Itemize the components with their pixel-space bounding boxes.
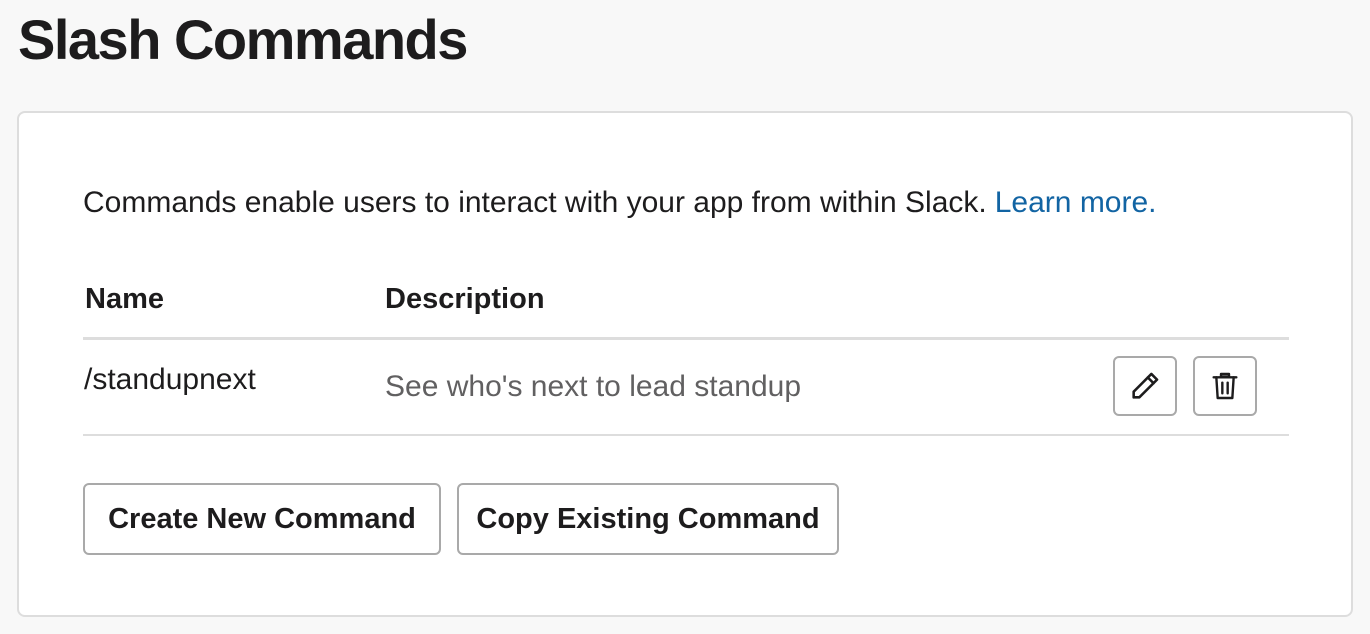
- create-new-command-button[interactable]: Create New Command: [83, 483, 441, 555]
- page-title: Slash Commands: [18, 8, 468, 71]
- learn-more-link[interactable]: Learn more.: [995, 186, 1157, 219]
- command-name: /standupnext: [84, 363, 256, 396]
- intro-text: Commands enable users to interact with y…: [83, 183, 1157, 223]
- column-header-description: Description: [385, 283, 545, 315]
- delete-command-button[interactable]: [1193, 356, 1257, 416]
- slash-commands-card: Commands enable users to interact with y…: [17, 111, 1353, 617]
- command-description: See who's next to lead standup: [385, 370, 802, 403]
- table-header-row: Name Description: [83, 275, 1289, 340]
- intro-description: Commands enable users to interact with y…: [83, 186, 987, 219]
- pencil-icon: [1132, 372, 1159, 399]
- table-row: /standupnext See who's next to lead stan…: [83, 340, 1289, 436]
- edit-command-button[interactable]: [1113, 356, 1177, 416]
- commands-table: Name Description /standupnext See who's …: [83, 275, 1289, 436]
- trash-icon: [1212, 372, 1238, 400]
- copy-existing-command-button[interactable]: Copy Existing Command: [457, 483, 839, 555]
- column-header-name: Name: [85, 283, 164, 315]
